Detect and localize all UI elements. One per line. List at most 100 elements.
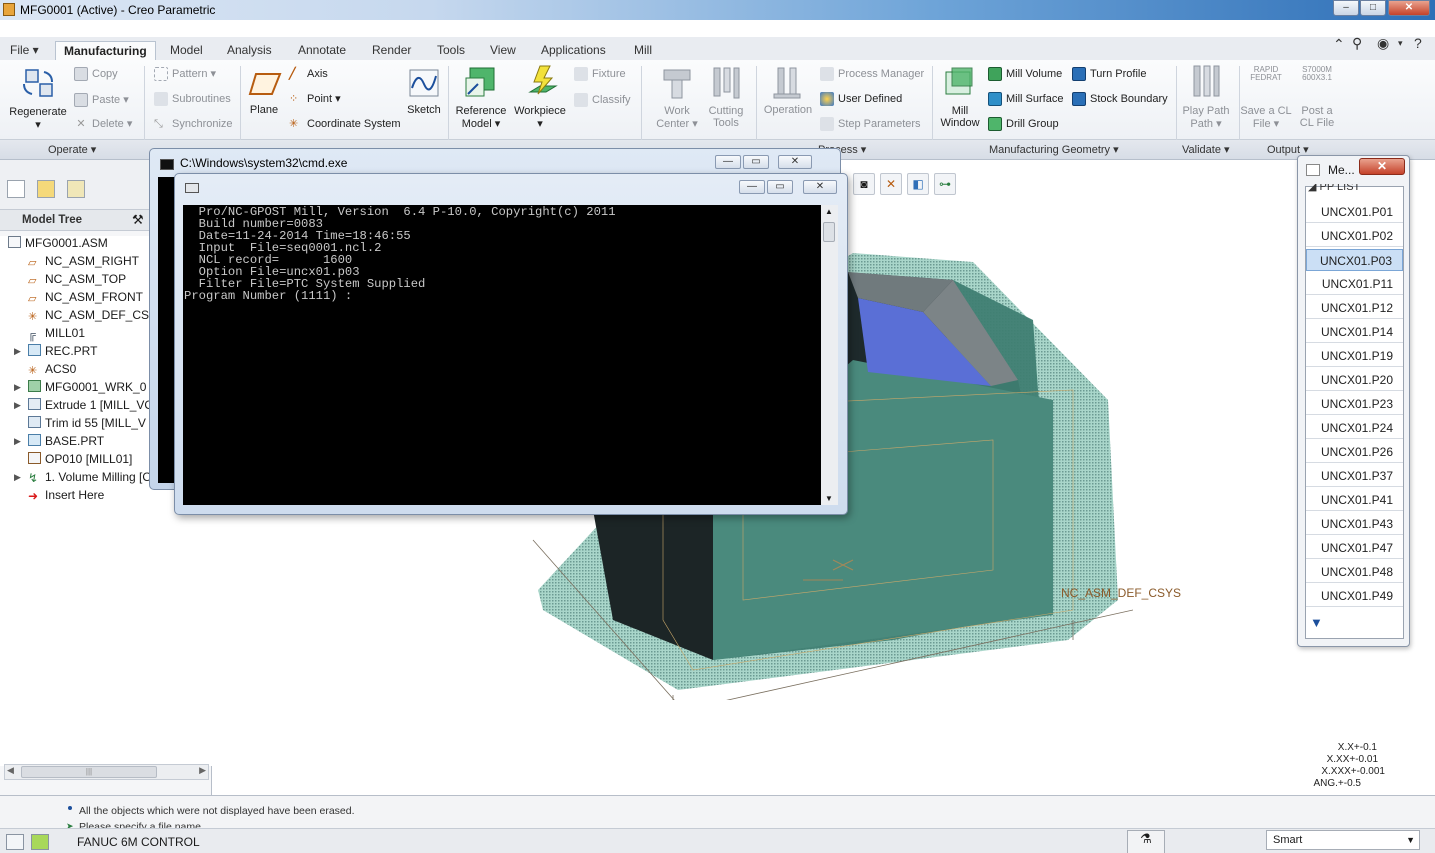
help-icon[interactable]: ? xyxy=(1414,35,1422,51)
tree-node[interactable]: ▶ Extrude 1 [MILL_VO xyxy=(14,398,154,416)
view-manager-icon[interactable]: ◧ xyxy=(907,173,929,195)
fixture-button[interactable]: Fixture xyxy=(574,67,626,81)
pp-list-item[interactable]: UNCX01.P24 xyxy=(1306,417,1403,439)
tab-tools[interactable]: Tools xyxy=(429,41,473,61)
community-icon[interactable]: ◉ xyxy=(1377,35,1389,52)
group-validate[interactable]: Validate ▾ xyxy=(1182,143,1230,156)
sketch-button[interactable]: Sketch xyxy=(402,104,446,116)
tree-node[interactable]: ▱ NC_ASM_RIGHT xyxy=(28,254,139,272)
regenerate-button[interactable]: Regenerate ▾ xyxy=(8,106,68,131)
cmd-maximize-button[interactable]: ▭ xyxy=(767,180,793,194)
tab-file[interactable]: File ▾ xyxy=(2,41,47,61)
pp-list-item[interactable]: UNCX01.P43 xyxy=(1306,513,1403,535)
tab-annotate[interactable]: Annotate xyxy=(290,41,354,61)
scroll-left-icon[interactable]: ◀ xyxy=(7,765,14,776)
navigator-toggle-icon[interactable] xyxy=(6,834,24,850)
workpiece-button[interactable]: Workpiece ▾ xyxy=(512,105,568,130)
pp-list-item[interactable]: UNCX01.P02 xyxy=(1306,225,1403,247)
pp-list-item[interactable]: UNCX01.P23 xyxy=(1306,393,1403,415)
tab-applications[interactable]: Applications xyxy=(533,41,614,61)
mill-window-button[interactable]: Mill Window xyxy=(936,105,984,129)
tab-mill[interactable]: Mill xyxy=(626,41,660,61)
cmd-minimize-button[interactable]: — xyxy=(739,180,765,194)
close-button[interactable]: ✕ xyxy=(1388,0,1430,16)
minimize-ribbon-icon[interactable]: ⌃ xyxy=(1333,36,1345,53)
tree-node[interactable]: ✳ ACS0 xyxy=(28,362,76,380)
tab-manufacturing[interactable]: Manufacturing xyxy=(55,41,156,61)
console-output[interactable]: Pro/NC-GPOST Mill, Version 6.4 P-10.0, C… xyxy=(183,205,838,505)
tree-node[interactable]: Trim id 55 [MILL_V xyxy=(28,416,146,434)
classify-button[interactable]: Classify xyxy=(574,93,631,107)
pp-list-item[interactable]: UNCX01.P12 xyxy=(1306,297,1403,319)
pp-list-item[interactable]: UNCX01.P49 xyxy=(1306,585,1403,607)
tree-node[interactable]: MFG0001.ASM xyxy=(8,236,108,254)
mill-volume-button[interactable]: Mill Volume xyxy=(988,67,1062,81)
scroll-up-icon[interactable]: ▲ xyxy=(825,207,833,216)
pp-list-item[interactable]: UNCX01.P26 xyxy=(1306,441,1403,463)
selection-filter-dropdown[interactable]: Smart ▼ xyxy=(1266,830,1420,850)
menu-manager-close-button[interactable]: ✕ xyxy=(1359,158,1405,175)
search-icon[interactable]: ⚲ xyxy=(1352,35,1362,52)
cutting-tools-button[interactable]: Cutting Tools xyxy=(704,105,748,129)
chevron-down-icon[interactable]: ▾ xyxy=(1398,38,1403,49)
scroll-thumb[interactable]: ||| xyxy=(21,766,157,778)
tree-node[interactable]: ▶ ↯ 1. Volume Milling [O xyxy=(14,470,152,488)
operation-button[interactable]: Operation xyxy=(762,104,814,116)
drill-group-button[interactable]: Drill Group xyxy=(988,117,1059,131)
tree-node[interactable]: OP010 [MILL01] xyxy=(28,452,132,470)
pattern-button[interactable]: Pattern ▾ xyxy=(154,67,216,82)
expand-icon[interactable]: ▶ xyxy=(14,472,21,483)
tree-node[interactable]: ✳ NC_ASM_DEF_CS xyxy=(28,308,149,326)
browser-toggle-icon[interactable] xyxy=(31,834,49,850)
play-path-button[interactable]: Play Path Path ▾ xyxy=(1180,105,1232,130)
group-manufacturing-geometry[interactable]: Manufacturing Geometry ▾ xyxy=(989,143,1119,156)
save-cl-file-button[interactable]: Save a CL File ▾ xyxy=(1240,105,1292,130)
maximize-button[interactable]: □ xyxy=(1360,0,1386,16)
tab-render[interactable]: Render xyxy=(364,41,419,61)
subroutines-button[interactable]: Subroutines xyxy=(154,92,231,106)
pp-list-item[interactable]: UNCX01.P03 xyxy=(1306,249,1403,271)
delete-button[interactable]: ✕ Delete ▾ xyxy=(74,117,132,131)
find-binoculars-icon[interactable]: ⚗ xyxy=(1127,830,1165,853)
tree-node[interactable]: ▱ NC_ASM_TOP xyxy=(28,272,126,290)
pp-list-item[interactable]: UNCX01.P48 xyxy=(1306,561,1403,583)
tree-node[interactable]: ╔ MILL01 xyxy=(28,326,85,344)
tab-model[interactable]: Model xyxy=(162,41,211,61)
axis-button[interactable]: ╱ Axis xyxy=(289,67,328,81)
cmd-close-button[interactable]: ✕ xyxy=(803,180,837,194)
tab-view[interactable]: View xyxy=(482,41,524,61)
tree-horizontal-scrollbar[interactable]: ◀ ||| ▶ xyxy=(4,764,209,780)
tree-node[interactable]: ▶ MFG0001_WRK_0 xyxy=(14,380,146,398)
folder-browser-tab-icon[interactable] xyxy=(37,180,55,198)
scroll-right-icon[interactable]: ▶ xyxy=(199,765,206,776)
group-operate[interactable]: Operate ▾ xyxy=(48,143,96,156)
expand-icon[interactable]: ▶ xyxy=(14,346,21,357)
point-button[interactable]: ⁘ Point ▾ xyxy=(289,92,341,106)
cmd-maximize-button[interactable]: ▭ xyxy=(743,155,769,169)
datum-display-icon[interactable]: ✕ xyxy=(880,173,902,195)
cmd-window[interactable]: — ▭ ✕ Pro/NC-GPOST Mill, Version 6.4 P-1… xyxy=(174,173,848,515)
coordinate-system-button[interactable]: ✳ Coordinate System xyxy=(289,117,401,131)
pp-list-item[interactable]: UNCX01.P11 xyxy=(1306,273,1403,295)
scroll-down-icon[interactable]: ▼ xyxy=(825,494,833,503)
model-tree-tab-icon[interactable] xyxy=(7,180,25,198)
paste-button[interactable]: Paste ▾ xyxy=(74,93,129,108)
minimize-button[interactable]: – xyxy=(1333,0,1359,16)
process-manager-button[interactable]: Process Manager xyxy=(820,67,924,81)
pp-list-item[interactable]: UNCX01.P41 xyxy=(1306,489,1403,511)
pp-list-item[interactable]: UNCX01.P37 xyxy=(1306,465,1403,487)
copy-button[interactable]: Copy xyxy=(74,67,118,81)
tree-node[interactable]: ▶ REC.PRT xyxy=(14,344,97,362)
mill-surface-button[interactable]: Mill Surface xyxy=(988,92,1063,106)
expand-icon[interactable]: ▶ xyxy=(14,382,21,393)
view-camera-icon[interactable]: ◙ xyxy=(853,173,875,195)
user-defined-button[interactable]: User Defined xyxy=(820,92,902,106)
stock-boundary-button[interactable]: Stock Boundary xyxy=(1072,92,1168,106)
work-center-button[interactable]: Work Center ▾ xyxy=(650,105,704,130)
pp-list-item[interactable]: UNCX01.P20 xyxy=(1306,369,1403,391)
cmd-close-button[interactable]: ✕ xyxy=(778,155,812,169)
console-scrollbar[interactable]: ▲ ▼ xyxy=(821,205,838,505)
pp-list-item[interactable]: UNCX01.P47 xyxy=(1306,537,1403,559)
reference-model-button[interactable]: Reference Model ▾ xyxy=(452,105,510,130)
tab-analysis[interactable]: Analysis xyxy=(219,41,280,61)
